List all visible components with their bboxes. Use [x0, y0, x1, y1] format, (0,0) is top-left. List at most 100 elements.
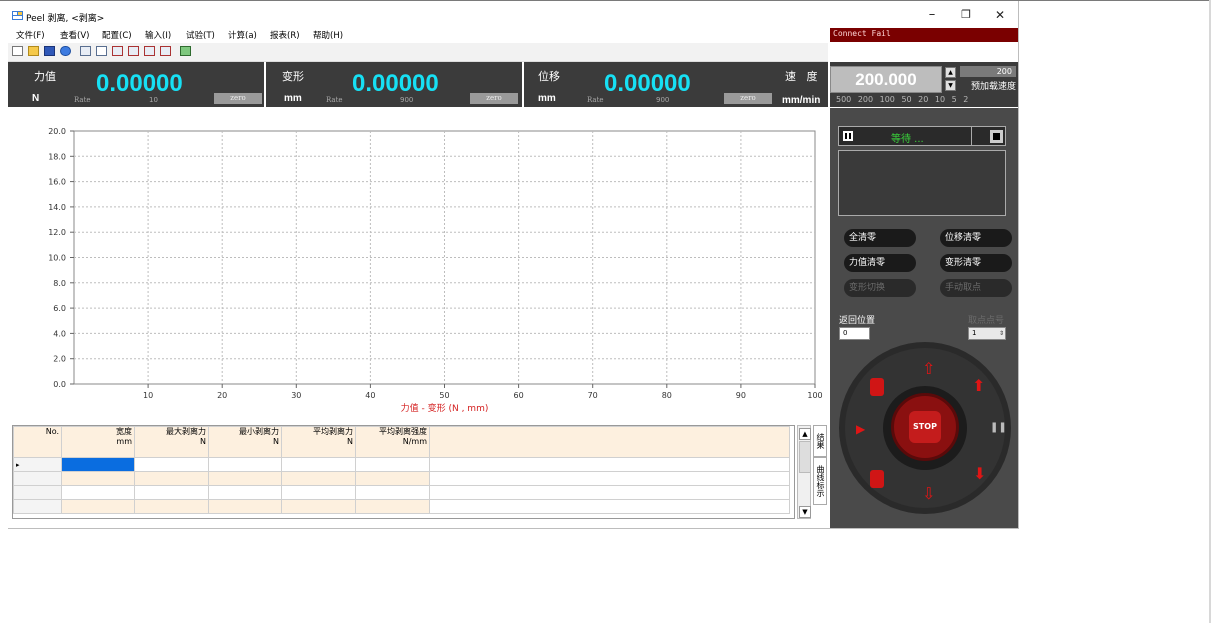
table-cell[interactable]: [208, 471, 282, 486]
column-header[interactable]: 最大剥离力 N: [134, 426, 209, 458]
table-scrollbar[interactable]: ▲ ▼: [797, 425, 811, 519]
scroll-down-icon[interactable]: ▼: [799, 506, 811, 518]
tab-curve-mark[interactable]: 曲线标示: [813, 457, 827, 505]
speed-presets[interactable]: 500 200 100 50 20 10 5 2: [836, 95, 968, 104]
table-row[interactable]: [13, 471, 790, 486]
deform-unit: mm: [284, 93, 302, 104]
table-cell[interactable]: [134, 485, 209, 500]
table-cell[interactable]: [429, 471, 790, 486]
close-button[interactable]: ✕: [983, 4, 1017, 26]
row-header-cell[interactable]: ▸: [13, 457, 62, 472]
pause-icon[interactable]: [843, 131, 853, 141]
table-cell[interactable]: [355, 457, 430, 472]
save-icon[interactable]: [44, 46, 55, 56]
up-icon[interactable]: ⬆: [972, 376, 985, 395]
down-icon[interactable]: ⬇: [973, 464, 986, 483]
clear-force-button[interactable]: 力值清零: [844, 254, 916, 272]
table-cell[interactable]: [134, 471, 209, 486]
column-title: 平均剥离力: [313, 427, 353, 436]
curve-icon[interactable]: [112, 46, 123, 56]
displacement-value: 0.00000: [604, 70, 691, 97]
table-cell[interactable]: [134, 499, 209, 514]
menu-file[interactable]: 文件(F): [16, 29, 45, 41]
photo-icon[interactable]: [180, 46, 191, 56]
table-cell[interactable]: [355, 485, 430, 500]
table-cell[interactable]: [208, 499, 282, 514]
y-tick-label: 8.0: [53, 279, 66, 288]
scroll-thumb[interactable]: [799, 441, 811, 473]
preload-speed-value[interactable]: 200: [960, 66, 1016, 77]
force-unit: N: [32, 93, 40, 104]
table-cell[interactable]: [281, 485, 356, 500]
menu-input[interactable]: 输入(I): [145, 29, 171, 41]
speed-value[interactable]: 200.000: [830, 66, 942, 93]
down-fast-icon[interactable]: ⇩: [922, 484, 935, 503]
up-fast-icon[interactable]: ⇧: [922, 359, 935, 378]
column-header[interactable]: 平均剥离强度 N/mm: [355, 426, 430, 458]
scroll-up-icon[interactable]: ▲: [799, 428, 811, 440]
table-cell[interactable]: [355, 471, 430, 486]
table-cell[interactable]: [281, 471, 356, 486]
speed-up-icon[interactable]: ▲: [945, 67, 956, 78]
table-row[interactable]: [13, 485, 790, 500]
table-cell[interactable]: [281, 457, 356, 472]
maximize-button[interactable]: ❐: [949, 4, 983, 26]
clear-all-button[interactable]: 全清零: [844, 229, 916, 247]
table-cell[interactable]: [61, 485, 135, 500]
manual-pick-button[interactable]: 手动取点: [940, 279, 1012, 297]
play-icon[interactable]: ▶: [856, 422, 865, 436]
row-header-cell[interactable]: [13, 499, 62, 514]
menu-calc[interactable]: 计算(a): [228, 29, 257, 41]
menu-view[interactable]: 查看(V): [60, 29, 89, 41]
deform-switch-button[interactable]: 变形切换: [844, 279, 916, 297]
pause-jog-icon[interactable]: ❚❚: [990, 422, 1007, 433]
table-cell[interactable]: [281, 499, 356, 514]
new-icon[interactable]: [12, 46, 23, 56]
menu-config[interactable]: 配置(C): [102, 29, 132, 41]
table-cell[interactable]: [208, 485, 282, 500]
rect-icon[interactable]: [96, 46, 107, 56]
open-icon[interactable]: [28, 46, 39, 56]
curve2-icon[interactable]: [128, 46, 139, 56]
deform-panel: 变形 0.00000 mm Rate 900 zero: [266, 62, 522, 107]
speed-down-icon[interactable]: ▼: [945, 80, 956, 91]
stop-small-icon[interactable]: [990, 130, 1003, 143]
menu-report[interactable]: 报表(R): [270, 29, 300, 41]
column-header[interactable]: No.: [13, 426, 62, 458]
table-cell[interactable]: [208, 457, 282, 472]
table-cell[interactable]: [429, 499, 790, 514]
table-cell[interactable]: [355, 499, 430, 514]
menu-help[interactable]: 帮助(H): [313, 29, 343, 41]
grid-icon[interactable]: [80, 46, 91, 56]
table-cell[interactable]: [61, 471, 135, 486]
deform-zero-button[interactable]: zero: [470, 93, 518, 104]
menu-test[interactable]: 试验(T): [186, 29, 215, 41]
clamp-close-icon[interactable]: [870, 470, 884, 488]
table-cell[interactable]: [134, 457, 209, 472]
clear-deform-button[interactable]: 变形清零: [940, 254, 1012, 272]
column-header[interactable]: 平均剥离力 N: [281, 426, 356, 458]
table-cell[interactable]: [429, 457, 790, 472]
chart-b-icon[interactable]: [160, 46, 171, 56]
column-header[interactable]: 最小剥离力 N: [208, 426, 282, 458]
column-header[interactable]: 宽度 mm: [61, 426, 135, 458]
result-grid: No. 宽度 mm 最大剥离力 N 最小剥离力 N 平均剥离力 N 平均剥离强度 N/mm ▸: [13, 426, 790, 514]
help-icon[interactable]: [60, 46, 71, 56]
deform-value: 0.00000: [352, 70, 439, 97]
row-header-cell[interactable]: [13, 471, 62, 486]
table-cell[interactable]: [429, 485, 790, 500]
clamp-open-icon[interactable]: [870, 378, 884, 396]
table-row[interactable]: ▸: [13, 457, 790, 472]
menu-bar: 文件(F) 查看(V) 配置(C) 输入(I) 试验(T) 计算(a) 报表(R…: [8, 28, 828, 42]
displacement-zero-button[interactable]: zero: [724, 93, 772, 104]
row-header-cell[interactable]: [13, 485, 62, 500]
table-cell[interactable]: [61, 499, 135, 514]
table-row[interactable]: [13, 499, 790, 514]
stop-button[interactable]: STOP: [891, 393, 959, 461]
minimize-button[interactable]: –: [915, 4, 949, 26]
clear-displacement-button[interactable]: 位移清零: [940, 229, 1012, 247]
table-cell[interactable]: [61, 457, 135, 472]
tab-result[interactable]: 结果: [813, 425, 827, 457]
force-zero-button[interactable]: zero: [214, 93, 262, 104]
chart-a-icon[interactable]: [144, 46, 155, 56]
